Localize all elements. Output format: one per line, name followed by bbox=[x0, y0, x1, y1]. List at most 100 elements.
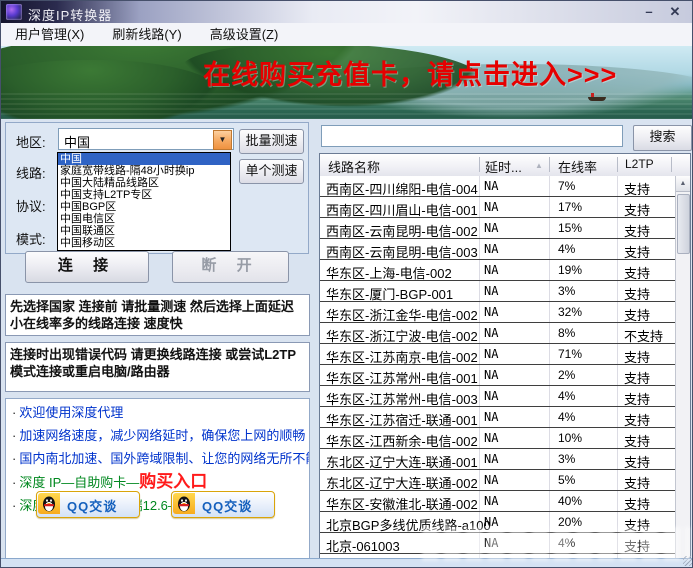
table-row[interactable]: 西南区-四川眉山-电信-001 NA 17% 支持 bbox=[320, 197, 678, 218]
connect-button[interactable]: 连 接 bbox=[25, 251, 149, 283]
batch-speedtest-button[interactable]: 批量测速 bbox=[239, 129, 304, 154]
cell-l2tp: 支持 bbox=[624, 182, 651, 197]
welcome-info-group: · 欢迎使用深度代理 · 加速网络速度，减少网络延时，确保您上网的顺畅 · 国内南北加速、… bbox=[5, 398, 310, 560]
app-icon bbox=[6, 4, 22, 20]
header-online-rate[interactable]: 在线率 bbox=[558, 157, 597, 176]
table-row[interactable]: 华东区-浙江宁波-电信-002 NA 8% 不支持 bbox=[320, 323, 678, 344]
qq-chat-button-1[interactable]: QQ交谈 bbox=[36, 491, 140, 518]
bullet-dot: · bbox=[12, 498, 17, 513]
table-row[interactable]: 华东区-上海-电信-002 NA 19% 支持 bbox=[320, 260, 678, 281]
protocol-label: 协议: bbox=[16, 199, 46, 214]
header-line-name[interactable]: 线路名称 bbox=[328, 157, 380, 176]
table-row[interactable]: 华东区-厦门-BGP-001 NA 3% 支持 bbox=[320, 281, 678, 302]
search-input[interactable] bbox=[321, 125, 623, 147]
info-text: 欢迎使用深度代理 bbox=[19, 405, 124, 420]
cell-online-rate: 32% bbox=[558, 305, 583, 319]
table-row[interactable]: 西南区-云南昆明-电信-003 NA 4% 支持 bbox=[320, 239, 678, 260]
sort-arrow-icon[interactable]: ▲ bbox=[535, 161, 543, 170]
search-button[interactable]: 搜索 bbox=[633, 125, 692, 151]
cell-line-name: 北京BGP多线优质线路-a100 bbox=[326, 518, 491, 533]
info-text: 国内南北加速、国外跨域限制、让您的网络无所不能 bbox=[19, 451, 310, 466]
cell-line-name: 东北区-辽宁大连-联通-001 bbox=[326, 455, 478, 470]
mode-label: 模式: bbox=[16, 232, 46, 247]
cell-online-rate: 4% bbox=[558, 536, 576, 550]
cell-line-name: 东北区-辽宁大连-联通-002 bbox=[326, 476, 478, 491]
table-row[interactable]: 东北区-辽宁大连-联通-001 NA 3% 支持 bbox=[320, 449, 678, 470]
cell-l2tp: 支持 bbox=[624, 203, 651, 218]
table-header: 线路名称 延时... ▲ 在线率 L2TP bbox=[320, 154, 690, 177]
cell-delay: NA bbox=[484, 221, 499, 235]
table-row[interactable]: 华东区-江苏宿迁-联通-001 NA 4% 支持 bbox=[320, 407, 678, 428]
cell-delay: NA bbox=[484, 452, 499, 466]
region-label: 地区: bbox=[16, 135, 46, 150]
cell-l2tp: 支持 bbox=[624, 434, 651, 449]
dropdown-item[interactable]: 中国电信区 bbox=[58, 213, 230, 225]
tip-error-code: 连接时出现错误代码 请更换线路连接 或尝试L2TP模式连接或重启电脑/路由器 bbox=[5, 342, 310, 392]
table-row[interactable]: 华东区-江苏常州-电信-003 NA 4% 支持 bbox=[320, 386, 678, 407]
cell-online-rate: 7% bbox=[558, 179, 576, 193]
minimize-button[interactable]: – bbox=[638, 3, 660, 20]
table-row[interactable]: 华东区-浙江金华-电信-002 NA 32% 支持 bbox=[320, 302, 678, 323]
resize-grip[interactable] bbox=[683, 556, 692, 566]
table-row[interactable]: 华东区-安徽淮北-联通-002 NA 40% 支持 bbox=[320, 491, 678, 512]
dropdown-item[interactable]: 中国大陆精品线路区 bbox=[58, 177, 230, 189]
scrollbar-thumb[interactable] bbox=[677, 194, 690, 254]
cell-delay: NA bbox=[484, 263, 499, 277]
cell-line-name: 西南区-四川眉山-电信-001 bbox=[326, 203, 478, 218]
cell-delay: NA bbox=[484, 431, 499, 445]
cell-online-rate: 8% bbox=[558, 326, 576, 340]
table-row[interactable]: 西南区-云南昆明-电信-002 NA 15% 支持 bbox=[320, 218, 678, 239]
table-row[interactable]: 东北区-辽宁大连-联通-002 NA 5% 支持 bbox=[320, 470, 678, 491]
single-speedtest-button[interactable]: 单个测速 bbox=[239, 159, 304, 184]
menu-user-management[interactable]: 用户管理(X) bbox=[1, 23, 98, 46]
cell-delay: NA bbox=[484, 368, 499, 382]
cell-line-name: 西南区-云南昆明-电信-003 bbox=[326, 245, 478, 260]
status-bar bbox=[1, 556, 692, 567]
table-scrollbar[interactable]: ▲ bbox=[675, 176, 690, 560]
dropdown-item[interactable]: 中国联通区 bbox=[58, 225, 230, 237]
region-combobox[interactable]: 中国 ▼ bbox=[58, 128, 234, 150]
table-row[interactable]: 北京BGP多线优质线路-a100 NA 20% 支持 bbox=[320, 512, 678, 533]
cell-online-rate: 15% bbox=[558, 221, 583, 235]
banner-link-text[interactable]: 在线购买充值卡，请点击进入>>> bbox=[203, 53, 617, 92]
cell-line-name: 华东区-厦门-BGP-001 bbox=[326, 287, 454, 302]
table-row[interactable]: 西南区-四川绵阳-电信-004 NA 7% 支持 bbox=[320, 176, 678, 197]
chevron-down-icon[interactable]: ▼ bbox=[213, 130, 232, 150]
info-bullet: · 加速网络速度，减少网络延时，确保您上网的顺畅 bbox=[12, 426, 309, 445]
cell-l2tp: 支持 bbox=[624, 245, 651, 260]
banner-boat bbox=[588, 93, 606, 101]
dropdown-item[interactable]: 家庭宽带线路-隔48小时换ip bbox=[58, 165, 230, 177]
menu-advanced-settings[interactable]: 高级设置(Z) bbox=[196, 23, 293, 46]
cell-l2tp: 支持 bbox=[624, 266, 651, 281]
table-row[interactable]: 华东区-江西新余-电信-002 NA 10% 支持 bbox=[320, 428, 678, 449]
info-text: 深度 IP—自助购卡— bbox=[19, 475, 140, 490]
cell-l2tp: 支持 bbox=[624, 224, 651, 239]
menu-refresh-lines[interactable]: 刷新线路(Y) bbox=[98, 23, 195, 46]
table-row[interactable]: 华东区-江苏常州-电信-001 NA 2% 支持 bbox=[320, 365, 678, 386]
cell-l2tp: 不支持 bbox=[624, 329, 664, 344]
header-l2tp[interactable]: L2TP bbox=[625, 157, 654, 171]
scroll-up-icon[interactable]: ▲ bbox=[676, 176, 690, 192]
cell-delay: NA bbox=[484, 410, 499, 424]
dropdown-item[interactable]: 中国移动区 bbox=[58, 237, 230, 249]
dropdown-item[interactable]: 中国BGP区 bbox=[58, 201, 230, 213]
cell-delay: NA bbox=[484, 179, 499, 193]
table-row[interactable]: 华东区-江苏南京-电信-002 NA 71% 支持 bbox=[320, 344, 678, 365]
cell-line-name: 华东区-安徽淮北-联通-002 bbox=[326, 497, 478, 512]
promo-banner[interactable]: 在线购买充值卡，请点击进入>>> bbox=[1, 46, 692, 119]
cell-l2tp: 支持 bbox=[624, 392, 651, 407]
cell-online-rate: 19% bbox=[558, 263, 583, 277]
header-delay[interactable]: 延时... bbox=[485, 157, 522, 176]
cell-l2tp: 支持 bbox=[624, 518, 651, 533]
table-row[interactable]: 北京-061003 NA 4% 支持 bbox=[320, 533, 678, 554]
dropdown-item[interactable]: 中国支持L2TP专区 bbox=[58, 189, 230, 201]
cell-delay: NA bbox=[484, 389, 499, 403]
bullet-dot: · bbox=[12, 428, 17, 443]
info-link[interactable]: 购买入口 bbox=[139, 472, 207, 491]
cell-online-rate: 5% bbox=[558, 473, 576, 487]
cell-delay: NA bbox=[484, 305, 499, 319]
qq-chat-button-2[interactable]: QQ交谈 bbox=[171, 491, 275, 518]
cell-delay: NA bbox=[484, 347, 499, 361]
close-button[interactable]: ✕ bbox=[664, 3, 686, 20]
dropdown-item[interactable]: 中国 bbox=[58, 153, 230, 165]
